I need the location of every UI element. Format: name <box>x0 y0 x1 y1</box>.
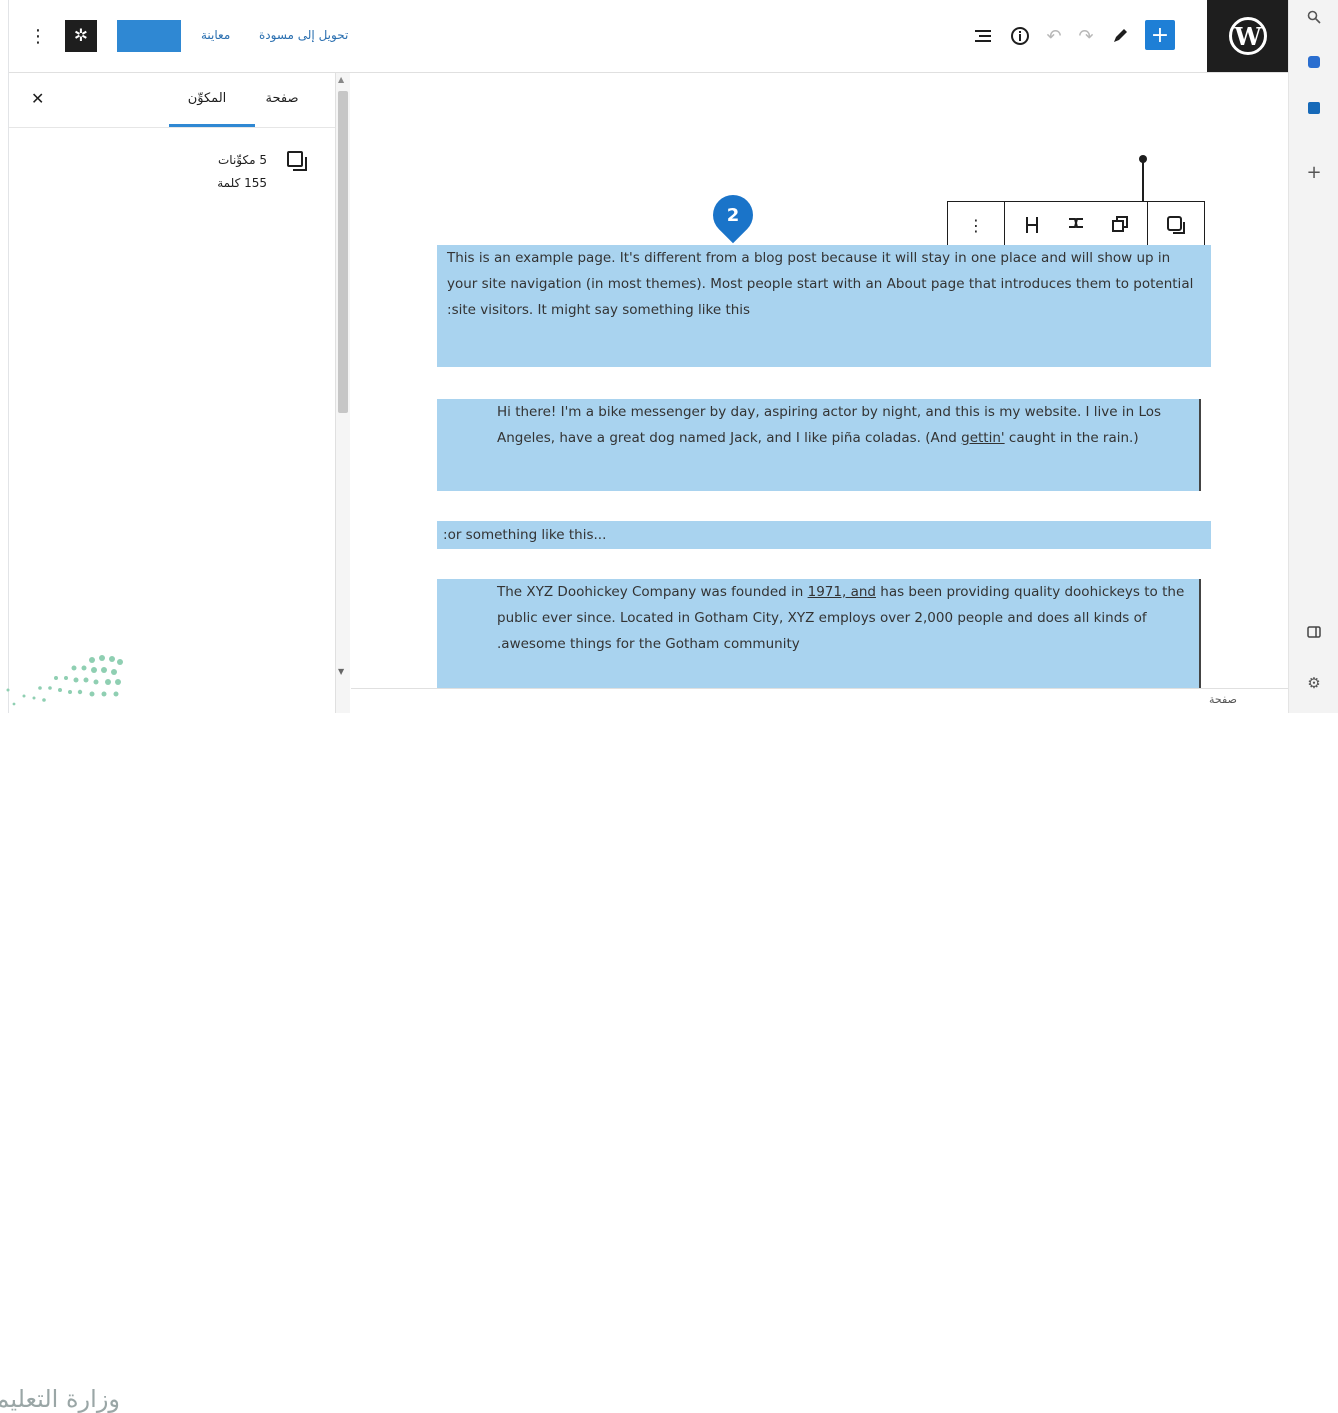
editor-frame: ⋮ ✲ معاينة تحويل إلى مسودة ↶ ↷ + W ✕ الم… <box>8 0 1289 714</box>
search-icon[interactable] <box>1289 10 1338 28</box>
info-icon[interactable] <box>1007 22 1033 50</box>
preview-link[interactable]: معاينة <box>201 28 230 42</box>
list-view-icon[interactable] <box>971 22 997 50</box>
block-count: 5 مكوِّنات <box>217 153 267 167</box>
split-panel-icon[interactable] <box>1289 624 1338 642</box>
breadcrumb[interactable]: صفحة <box>1209 693 1237 706</box>
paragraph-block[interactable]: Hi there! I'm a bike messenger by day, a… <box>437 399 1201 491</box>
paragraph-block[interactable]: ...or something like this: <box>437 521 1211 549</box>
browser-sidebar: + ⚙ <box>1288 0 1338 713</box>
block-tools <box>1005 216 1147 234</box>
paragraph-block[interactable]: This is an example page. It's different … <box>437 245 1211 367</box>
editor-canvas[interactable]: ⋮ 2 This is an example page. It's differ… <box>351 73 1289 688</box>
redo-icon[interactable]: ↷ <box>1075 22 1097 50</box>
tab-block[interactable]: المكوِّن <box>177 91 237 106</box>
plus-icon[interactable]: + <box>1289 162 1338 183</box>
breadcrumb-bar: صفحة <box>351 688 1289 714</box>
add-block-button[interactable]: + <box>1145 20 1175 50</box>
ministry-text: وزارة التعليم <box>0 1385 120 1413</box>
duplicate-icon[interactable] <box>1111 216 1128 232</box>
vertical-dots-icon[interactable]: ⋮ <box>29 22 47 50</box>
sidebar-scrollbar[interactable]: ▲ ▼ <box>336 73 350 713</box>
toolbar-pointer <box>1142 157 1144 203</box>
scroll-thumb[interactable] <box>338 91 348 413</box>
underlined-text: 1971, and <box>807 584 876 600</box>
outlook-icon[interactable] <box>1289 100 1338 118</box>
gear-icon[interactable]: ⚙ <box>1289 674 1338 692</box>
wordpress-logo[interactable]: W <box>1207 0 1289 72</box>
pencil-icon[interactable] <box>1109 22 1131 50</box>
close-icon[interactable]: ✕ <box>31 89 44 108</box>
word-count: 155 كلمة <box>217 176 267 190</box>
switch-to-draft-link[interactable]: تحويل إلى مسودة <box>259 28 348 42</box>
scroll-up-icon[interactable]: ▲ <box>338 75 344 84</box>
tab-page[interactable]: صفحة <box>257 91 307 106</box>
callout-number: 2 <box>726 204 740 226</box>
ungroup-icon[interactable] <box>1024 216 1040 234</box>
wordpress-icon: W <box>1229 17 1267 55</box>
paragraph-text: caught in the rain.) <box>1004 430 1139 446</box>
active-tab-indicator <box>169 124 255 127</box>
transform-icon[interactable] <box>1067 216 1085 230</box>
undo-icon[interactable]: ↶ <box>1043 22 1065 50</box>
ministry-logo: وزارة التعليم <box>0 650 130 1413</box>
sidebar-tabs: ✕ المكوِّن صفحة <box>9 73 335 128</box>
paragraph-block[interactable]: The XYZ Doohickey Company was founded in… <box>437 579 1201 688</box>
gear-icon: ✲ <box>73 26 89 46</box>
plus-icon: + <box>1150 22 1170 48</box>
settings-button[interactable]: ✲ <box>65 20 97 52</box>
multi-block-icon[interactable] <box>1147 202 1204 248</box>
underlined-text: gettin' <box>961 430 1005 446</box>
block-stats: 5 مكوِّنات 155 كلمة <box>197 149 267 195</box>
multi-block-icon <box>287 151 307 171</box>
scroll-down-icon[interactable]: ▼ <box>338 667 344 676</box>
settings-sidebar: ✕ المكوِّن صفحة 5 مكوِّنات 155 كلمة <box>9 73 336 713</box>
editor-toolbar: ⋮ ✲ معاينة تحويل إلى مسودة ↶ ↷ + W <box>9 0 1289 73</box>
vertical-dots-icon[interactable]: ⋮ <box>948 202 1005 248</box>
update-button[interactable] <box>117 20 181 52</box>
callout-marker: 2 <box>704 186 762 244</box>
block-toolbar: ⋮ <box>947 201 1205 249</box>
dots-pattern-icon <box>6 655 123 706</box>
copilot-icon[interactable] <box>1289 54 1338 72</box>
paragraph-text: The XYZ Doohickey Company was founded in <box>497 584 808 600</box>
